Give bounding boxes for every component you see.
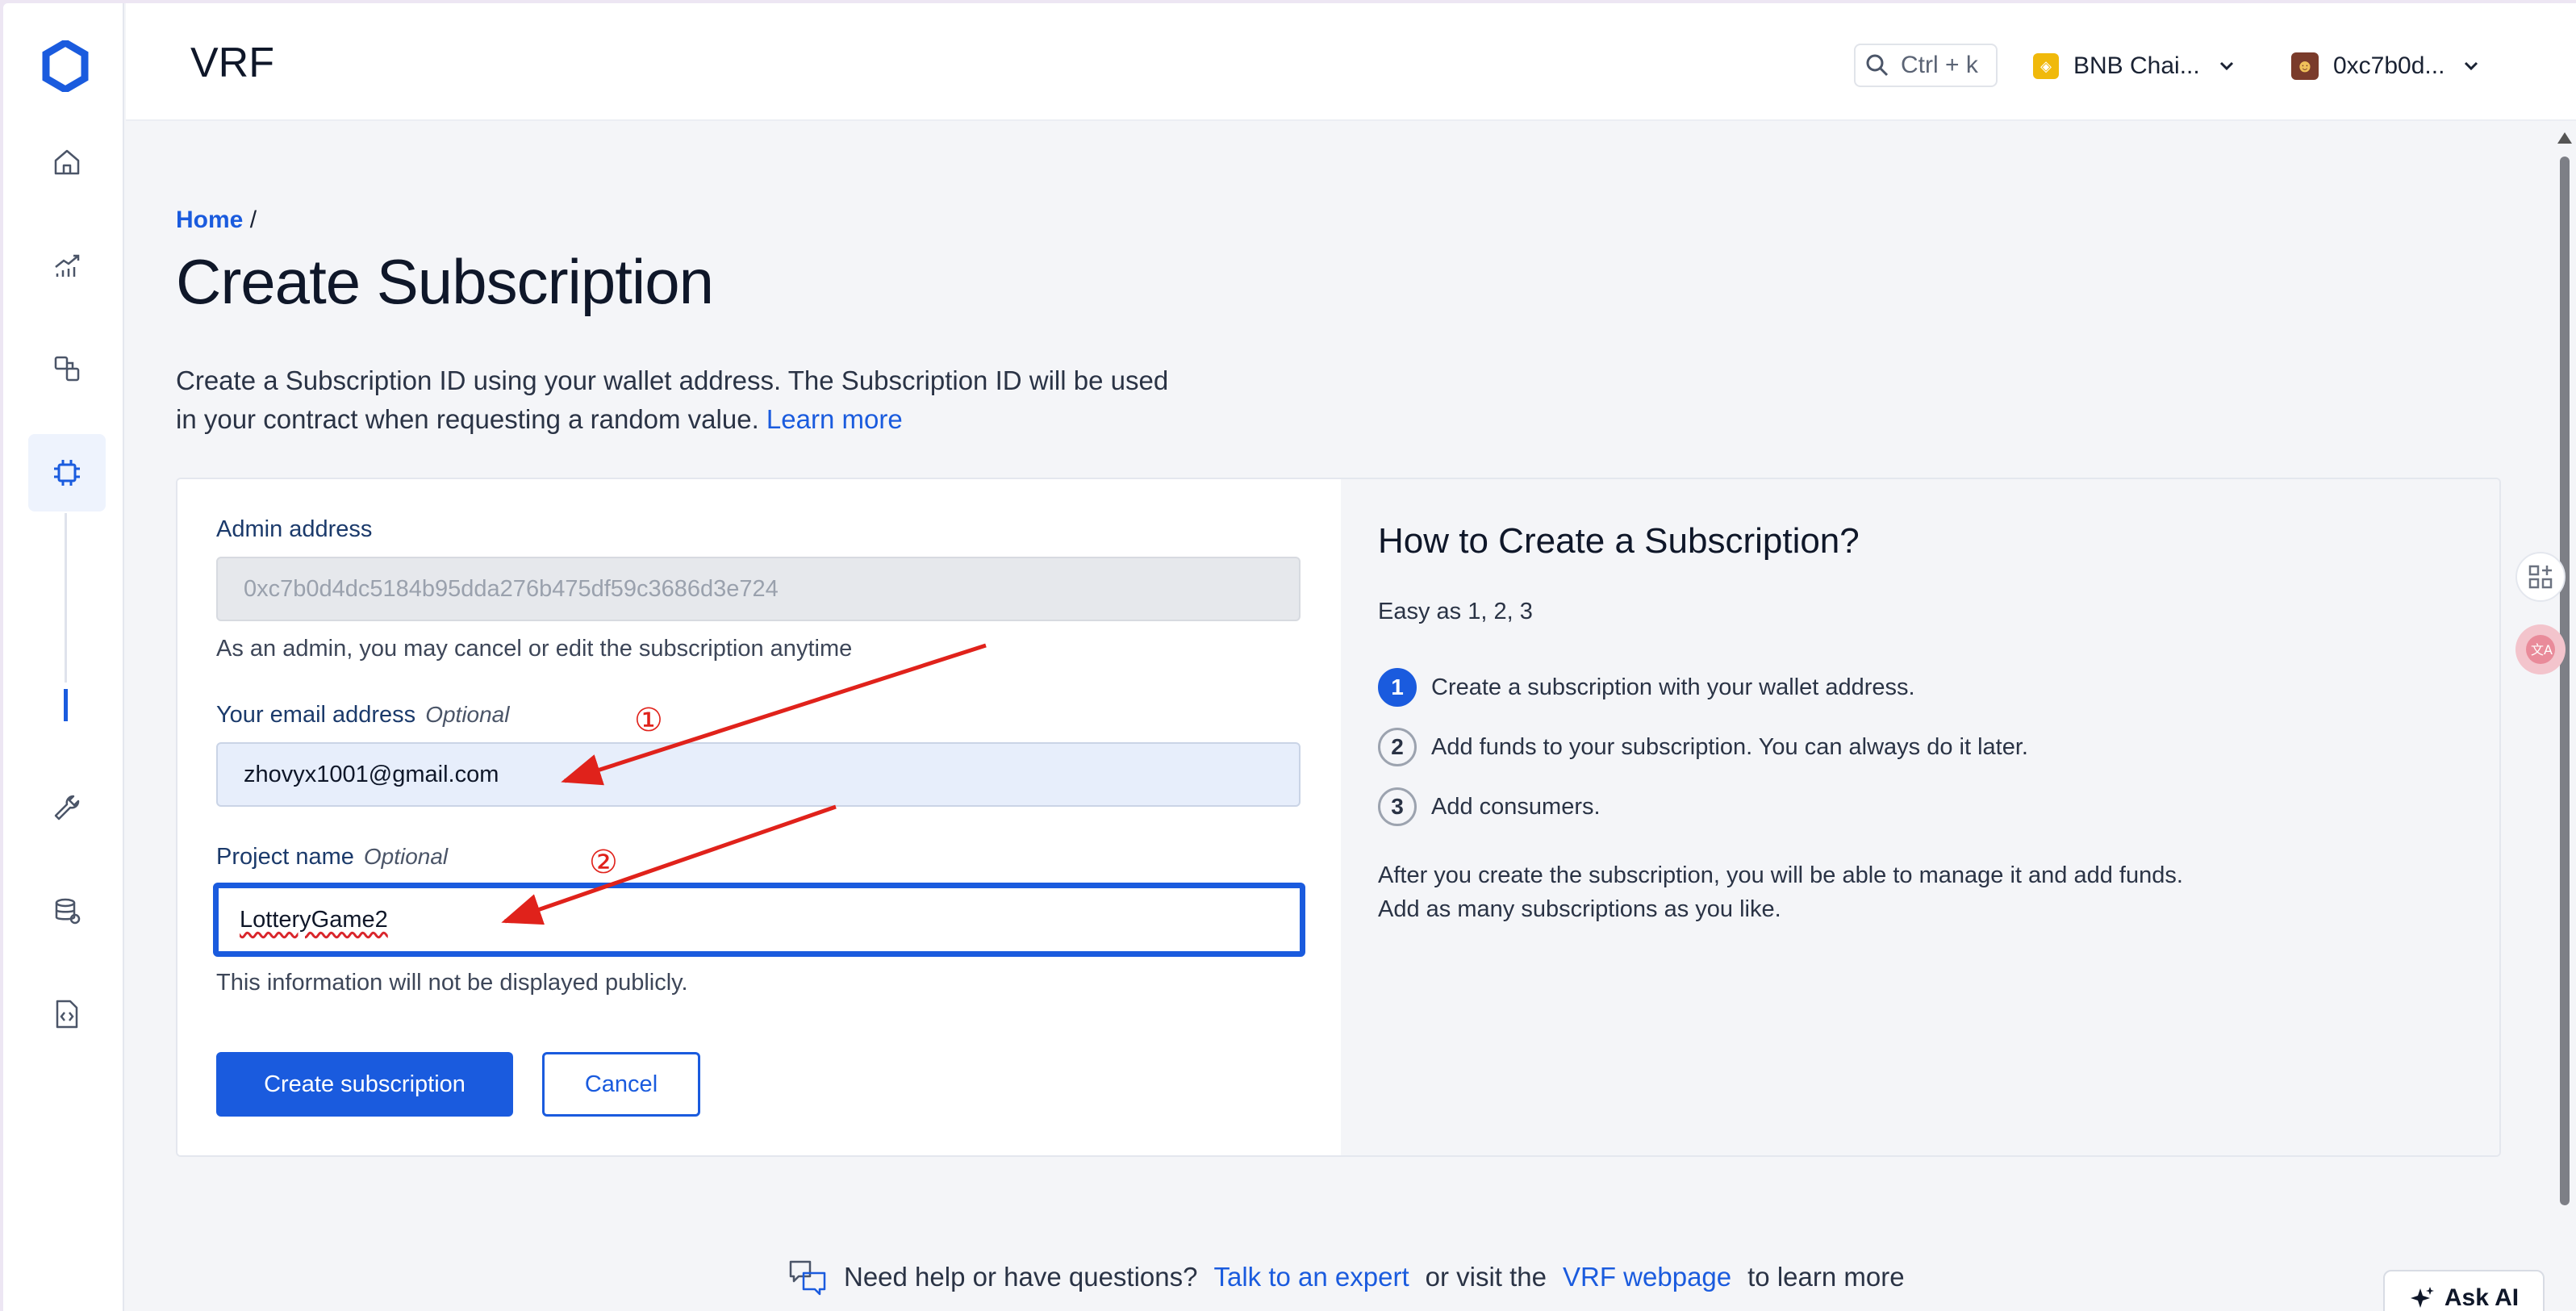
sidebar-item-home[interactable] (44, 139, 90, 186)
grid-add-icon (2528, 565, 2553, 589)
network-selector[interactable]: ◈ BNB Chai... (2033, 45, 2239, 87)
step-number-badge: 2 (1378, 728, 1417, 766)
page-title: Create Subscription (176, 246, 714, 317)
search-button[interactable]: Ctrl + k (1854, 44, 1998, 87)
vrf-webpage-link[interactable]: VRF webpage (1563, 1262, 1731, 1292)
chevron-down-icon (2465, 61, 2478, 71)
wrench-icon (54, 795, 80, 820)
step-text: Add consumers. (1431, 793, 1601, 820)
step-number-badge: 1 (1378, 668, 1417, 707)
how-to-note: After you create the subscription, you w… (1378, 858, 2183, 926)
sidebar-item-data-feeds[interactable] (44, 242, 90, 289)
create-subscription-button[interactable]: Create subscription (216, 1052, 513, 1117)
note-line-2: Add as many subscriptions as you like. (1378, 896, 1781, 922)
admin-helper-text: As an admin, you may cancel or edit the … (216, 636, 853, 662)
scrollbar-thumb[interactable] (2560, 157, 2570, 1205)
how-to-subtitle: Easy as 1, 2, 3 (1378, 599, 1533, 624)
network-label: BNB Chai... (2073, 52, 2200, 79)
bnb-chain-icon: ◈ (2033, 53, 2059, 79)
breadcrumb: Home / (176, 207, 257, 234)
help-suffix: to learn more (1747, 1262, 1905, 1292)
email-optional-tag: Optional (425, 702, 510, 727)
chart-icon (55, 254, 80, 277)
step-text: Add funds to your subscription. You can … (1431, 733, 2028, 760)
database-icon (55, 898, 81, 925)
breadcrumb-separator: / (249, 207, 257, 233)
code-file-icon (56, 1000, 78, 1029)
project-name-label: Project name Optional (216, 844, 448, 871)
app-window: VRF Ctrl + k ◈ BNB Chai... ☻ 0xc7b0d... … (3, 3, 2576, 1311)
page-scrollbar[interactable] (2555, 132, 2573, 1205)
apps-float-button[interactable] (2515, 552, 2566, 602)
chip-icon (54, 460, 80, 486)
email-label-text: Your email address (216, 702, 416, 728)
project-optional-tag: Optional (363, 844, 449, 869)
search-shortcut-label: Ctrl + k (1901, 52, 1978, 78)
ask-ai-label: Ask AI (2444, 1284, 2520, 1311)
wallet-label: 0xc7b0d... (2333, 52, 2445, 79)
admin-address-label-text: Admin address (216, 516, 373, 542)
admin-address-label: Admin address (216, 516, 372, 543)
email-value: zhovyx1001@gmail.com (244, 761, 499, 787)
intro-line-2: in your contract when requesting a rando… (176, 404, 759, 434)
sidebar-item-automation[interactable] (44, 784, 90, 831)
ask-ai-button[interactable]: Ask AI (2383, 1270, 2545, 1311)
wallet-selector[interactable]: ☻ 0xc7b0d... (2291, 45, 2483, 87)
note-line-1: After you create the subscription, you w… (1378, 862, 2183, 888)
project-name-label-text: Project name (216, 844, 354, 870)
sidebar-item-data-streams[interactable] (44, 887, 90, 934)
chat-bubbles-icon (789, 1260, 826, 1296)
create-subscription-card: Admin address 0xc7b0d4dc5184b95dda276b47… (176, 478, 2501, 1157)
svg-text:文A: 文A (2531, 642, 2553, 658)
search-icon (1866, 54, 1889, 77)
how-to-title: How to Create a Subscription? (1378, 521, 1860, 561)
step-1: 1 Create a subscription with your wallet… (1378, 668, 1915, 707)
help-footer: Need help or have questions? Talk to an … (787, 1259, 1905, 1296)
talk-to-expert-link[interactable]: Talk to an expert (1213, 1262, 1409, 1292)
step-text: Create a subscription with your wallet a… (1431, 674, 1915, 700)
chevron-down-icon (2219, 61, 2233, 71)
app-title: VRF (190, 40, 274, 86)
project-name-value: LotteryGame2 (240, 906, 388, 933)
home-icon (54, 149, 80, 175)
sidebar-item-vrf[interactable] (28, 434, 106, 511)
email-label: Your email address Optional (216, 702, 509, 729)
step-3: 3 Add consumers. (1378, 787, 1601, 826)
step-2: 2 Add funds to your subscription. You ca… (1378, 728, 2028, 766)
shapes-icon (54, 356, 80, 382)
scroll-up-arrow-icon[interactable] (2557, 132, 2572, 144)
page-intro: Create a Subscription ID using your wall… (176, 361, 1225, 439)
admin-address-value: 0xc7b0d4dc5184b95dda276b475df59c3686d3e7… (244, 575, 779, 602)
project-name-field[interactable]: LotteryGame2 (213, 883, 1305, 957)
step-number-badge: 3 (1378, 787, 1417, 826)
sidebar (3, 3, 124, 1311)
breadcrumb-home-link[interactable]: Home (176, 207, 243, 233)
cancel-button[interactable]: Cancel (542, 1052, 700, 1117)
sidebar-item-functions[interactable] (44, 991, 90, 1038)
learn-more-link[interactable]: Learn more (766, 404, 903, 434)
top-header: VRF Ctrl + k ◈ BNB Chai... ☻ 0xc7b0d... (126, 3, 2576, 121)
chainlink-logo-icon[interactable] (42, 38, 89, 94)
sidebar-item-ccip[interactable] (44, 345, 90, 392)
intro-line-1: Create a Subscription ID using your wall… (176, 365, 1169, 395)
email-field[interactable]: zhovyx1001@gmail.com (216, 742, 1301, 807)
subscription-form: Admin address 0xc7b0d4dc5184b95dda276b47… (177, 479, 1341, 1155)
how-to-panel: How to Create a Subscription? Easy as 1,… (1341, 479, 2499, 1155)
help-middle: or visit the (1425, 1262, 1547, 1292)
admin-address-input: 0xc7b0d4dc5184b95dda276b475df59c3686d3e7… (216, 557, 1301, 621)
sidebar-subnav-track (65, 513, 67, 683)
project-helper-text: This information will not be displayed p… (216, 970, 688, 996)
sidebar-subnav-indicator (64, 689, 68, 721)
help-prefix: Need help or have questions? (844, 1262, 1198, 1292)
translate-icon: 文A (2526, 635, 2555, 664)
wallet-avatar: ☻ (2291, 52, 2319, 80)
translate-float-button[interactable]: 文A (2515, 624, 2566, 674)
sparkle-icon (2410, 1287, 2434, 1308)
